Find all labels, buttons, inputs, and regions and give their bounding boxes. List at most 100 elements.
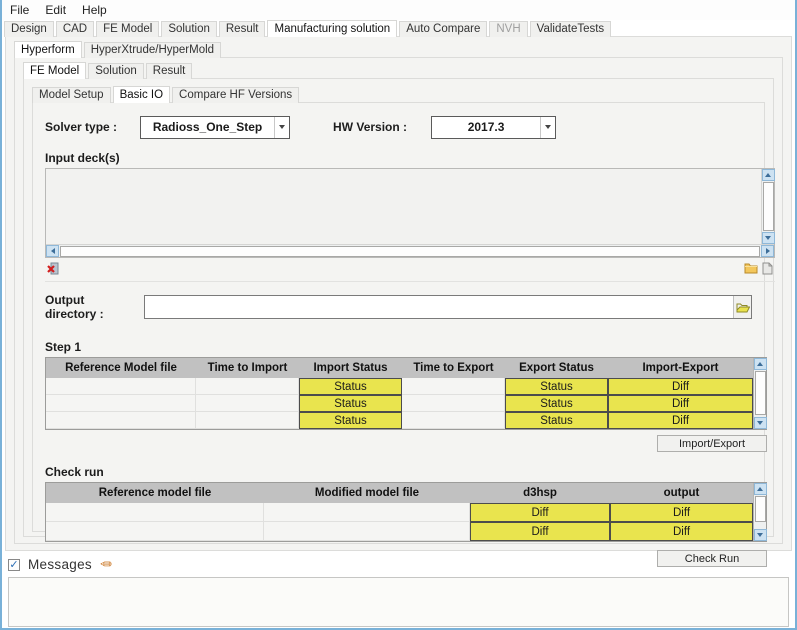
messages-checkbox[interactable]: ✓ bbox=[8, 559, 20, 571]
tab-hyperform[interactable]: Hyperform bbox=[14, 41, 82, 58]
scrollbar-thumb[interactable] bbox=[763, 182, 774, 231]
cell-reference bbox=[46, 503, 264, 522]
check-col-output: output bbox=[610, 483, 753, 503]
cell-reference bbox=[46, 412, 196, 429]
cell-reference bbox=[46, 378, 196, 395]
check-col-d3hsp: d3hsp bbox=[470, 483, 610, 503]
cell-import-export: Diff bbox=[608, 395, 753, 412]
hw-version-select[interactable]: 2017.3 bbox=[431, 116, 556, 139]
menu-file[interactable]: File bbox=[10, 3, 29, 18]
tab-model-setup[interactable]: Model Setup bbox=[32, 87, 111, 103]
scrollbar-thumb[interactable] bbox=[755, 371, 766, 415]
output-directory-input[interactable] bbox=[145, 296, 733, 318]
tab-manufacturing-solution[interactable]: Manufacturing solution bbox=[267, 20, 397, 37]
cell-time-export bbox=[402, 395, 505, 412]
table-row[interactable]: Status Status Diff bbox=[46, 378, 753, 395]
input-decks-vertical-scrollbar[interactable] bbox=[761, 169, 774, 244]
table-row[interactable]: Status Status Diff bbox=[46, 412, 753, 429]
output-directory-row: Output directory : bbox=[45, 294, 752, 320]
step1-vertical-scrollbar[interactable] bbox=[753, 358, 766, 429]
tab-solution[interactable]: Solution bbox=[161, 21, 217, 37]
input-decks-toolbar bbox=[45, 261, 775, 275]
input-decks-listbox[interactable] bbox=[45, 168, 775, 258]
add-folder-icon[interactable] bbox=[743, 261, 759, 275]
cell-time-import bbox=[196, 395, 299, 412]
step1-col-time-import: Time to Import bbox=[196, 358, 299, 378]
input-decks-list-area[interactable] bbox=[46, 169, 761, 244]
scroll-down-icon[interactable] bbox=[762, 232, 775, 244]
tab-design[interactable]: Design bbox=[4, 21, 54, 37]
cell-output: Diff bbox=[610, 503, 753, 522]
check-run-table: Reference model file Modified model file… bbox=[45, 482, 767, 542]
tab-result-inner[interactable]: Result bbox=[146, 63, 193, 79]
cell-import-status: Status bbox=[299, 378, 402, 395]
input-decks-horizontal-scrollbar[interactable] bbox=[46, 244, 774, 257]
basic-io-tab-bar: Model Setup Basic IO Compare HF Versions bbox=[32, 86, 765, 102]
tab-solution-inner[interactable]: Solution bbox=[88, 63, 144, 79]
cell-time-import bbox=[196, 412, 299, 429]
tab-auto-compare[interactable]: Auto Compare bbox=[399, 21, 487, 37]
scroll-right-icon[interactable] bbox=[761, 245, 774, 257]
solver-row: Solver type : Radioss_One_Step HW Versio… bbox=[45, 115, 752, 139]
fe-model-panel: Model Setup Basic IO Compare HF Versions… bbox=[23, 78, 774, 537]
cell-export-status: Status bbox=[505, 412, 608, 429]
cell-import-export: Diff bbox=[608, 378, 753, 395]
manufacturing-solution-panel: Hyperform HyperXtrude/HyperMold FE Model… bbox=[5, 36, 792, 551]
check-run-vertical-scrollbar[interactable] bbox=[753, 483, 766, 541]
check-run-button[interactable]: Check Run bbox=[657, 550, 767, 567]
basic-io-panel: Solver type : Radioss_One_Step HW Versio… bbox=[32, 102, 765, 532]
tab-cad[interactable]: CAD bbox=[56, 21, 94, 37]
cell-time-import bbox=[196, 378, 299, 395]
messages-textarea[interactable] bbox=[9, 578, 788, 626]
solver-type-dropdown-icon[interactable] bbox=[274, 117, 289, 138]
tab-validatetests[interactable]: ValidateTests bbox=[530, 21, 612, 37]
cell-reference bbox=[46, 522, 264, 541]
step1-col-import-export: Import-Export bbox=[608, 358, 753, 378]
tab-hyperxtrude-hypermold[interactable]: HyperXtrude/HyperMold bbox=[84, 42, 221, 58]
cell-import-export: Diff bbox=[608, 412, 753, 429]
scroll-up-icon[interactable] bbox=[754, 483, 767, 495]
hyperform-tab-bar: Hyperform HyperXtrude/HyperMold bbox=[14, 41, 783, 57]
tab-fe-model[interactable]: FE Model bbox=[96, 21, 159, 37]
cell-export-status: Status bbox=[505, 378, 608, 395]
table-row[interactable]: Status Status Diff bbox=[46, 395, 753, 412]
solver-type-label: Solver type : bbox=[45, 120, 117, 134]
menu-help[interactable]: Help bbox=[82, 3, 107, 18]
scroll-up-icon[interactable] bbox=[762, 169, 775, 181]
checkbox-check-icon: ✓ bbox=[9, 560, 18, 570]
tab-basic-io[interactable]: Basic IO bbox=[113, 86, 170, 103]
table-row[interactable]: Diff Diff bbox=[46, 503, 753, 522]
output-directory-label: Output directory : bbox=[45, 293, 116, 321]
scroll-down-icon[interactable] bbox=[754, 529, 767, 541]
step1-table: Reference Model file Time to Import Impo… bbox=[45, 357, 767, 430]
solver-type-select[interactable]: Radioss_One_Step bbox=[140, 116, 290, 139]
cell-modified bbox=[264, 503, 470, 522]
scrollbar-thumb[interactable] bbox=[60, 246, 760, 257]
scroll-down-icon[interactable] bbox=[754, 417, 767, 429]
check-run-title: Check run bbox=[45, 465, 752, 479]
check-col-modified: Modified model file bbox=[264, 483, 470, 503]
scrollbar-thumb[interactable] bbox=[755, 496, 766, 522]
add-file-icon[interactable] bbox=[759, 261, 775, 275]
step1-col-time-export: Time to Export bbox=[402, 358, 505, 378]
cell-time-export bbox=[402, 412, 505, 429]
import-export-button[interactable]: Import/Export bbox=[657, 435, 767, 452]
menu-bar: File Edit Help bbox=[2, 0, 795, 20]
hw-version-dropdown-icon[interactable] bbox=[540, 117, 555, 138]
cell-d3hsp: Diff bbox=[470, 503, 610, 522]
remove-deck-icon[interactable] bbox=[45, 261, 61, 275]
step1-col-import-status: Import Status bbox=[299, 358, 402, 378]
output-directory-field[interactable] bbox=[144, 295, 752, 319]
fe-model-tab-bar: FE Model Solution Result bbox=[23, 62, 774, 78]
tab-result[interactable]: Result bbox=[219, 21, 266, 37]
tab-fe-model-inner[interactable]: FE Model bbox=[23, 62, 86, 79]
cell-output: Diff bbox=[610, 522, 753, 541]
scroll-up-icon[interactable] bbox=[754, 358, 767, 370]
scroll-left-icon[interactable] bbox=[46, 245, 59, 257]
table-row[interactable]: Diff Diff bbox=[46, 522, 753, 541]
cell-reference bbox=[46, 395, 196, 412]
messages-output-box[interactable] bbox=[8, 577, 789, 627]
menu-edit[interactable]: Edit bbox=[45, 3, 66, 18]
browse-folder-icon[interactable] bbox=[733, 296, 751, 318]
tab-compare-hf-versions[interactable]: Compare HF Versions bbox=[172, 87, 299, 103]
